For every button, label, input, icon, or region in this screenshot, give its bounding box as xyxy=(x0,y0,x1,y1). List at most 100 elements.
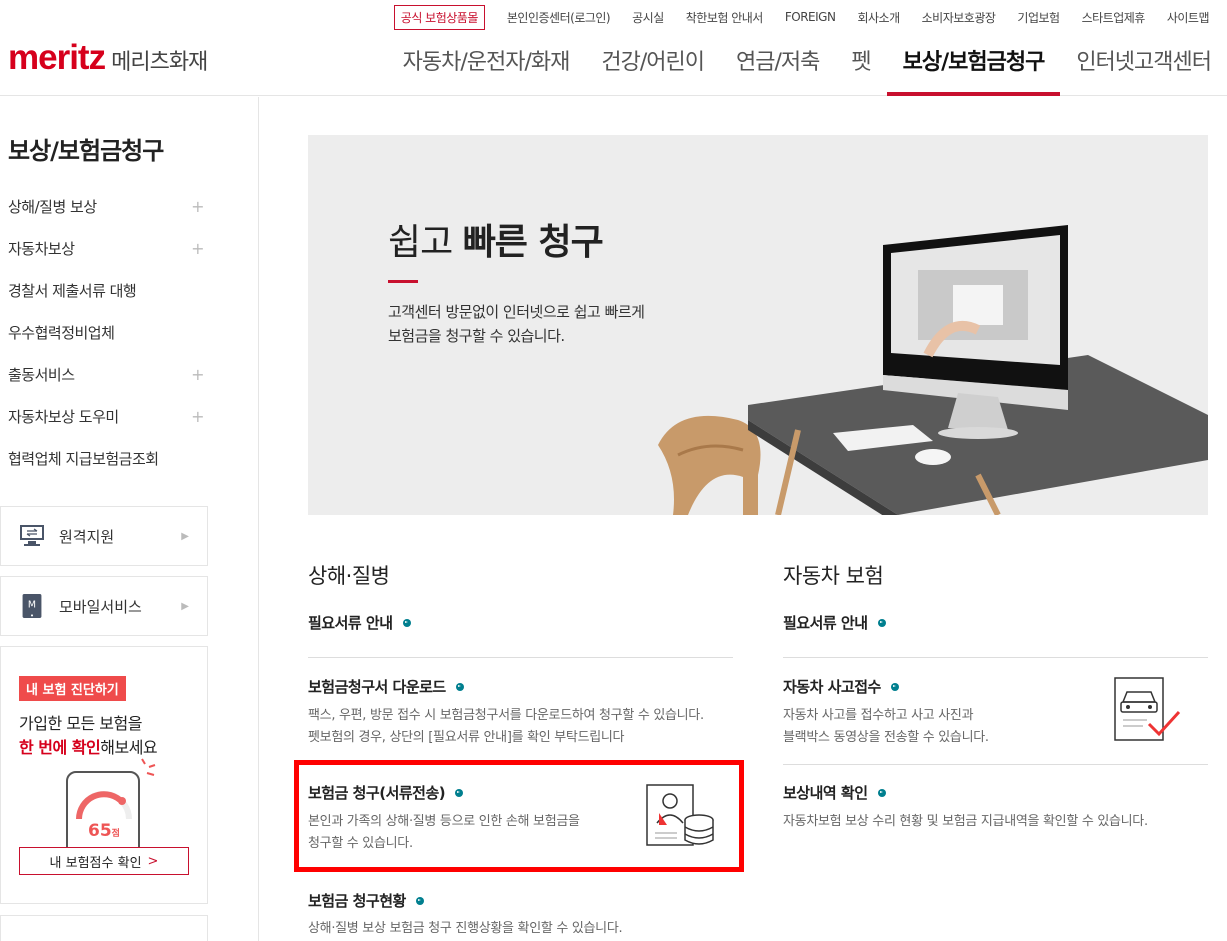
sidebar-item-partner[interactable]: 협력업체 지급보험금조회 xyxy=(0,437,210,479)
sidebar-item-injury[interactable]: 상해/질병 보상 + xyxy=(0,185,210,227)
sidebar-item-label: 자동차보상 xyxy=(8,239,75,258)
arrow-circle-icon xyxy=(877,618,886,627)
sidebar-item-repair[interactable]: 우수협력정비업체 xyxy=(0,311,210,353)
arrow-right-icon: ▶ xyxy=(181,600,189,612)
nav-auto[interactable]: 자동차/운전자/화재 xyxy=(387,40,586,96)
banner-desc-2: 보험금을 청구할 수 있습니다. xyxy=(388,327,565,345)
utility-bar: 공식 보험상품몰 본인인증센터(로그인) 공시실 착한보험 안내서 FOREIG… xyxy=(393,4,1210,30)
main-nav: 자동차/운전자/화재 건강/어린이 연금/저축 펫 보상/보험금청구 인터넷고객… xyxy=(387,40,1227,96)
foreign-link[interactable]: FOREIGN xyxy=(785,10,836,24)
cert-center-link[interactable]: 본인인증센터(로그인) xyxy=(507,9,611,26)
claim-form-download-link[interactable]: 보험금청구서 다운로드 xyxy=(308,676,464,697)
injury-docs-link[interactable]: 필요서류 안내 xyxy=(308,612,411,633)
nav-pet[interactable]: 펫 xyxy=(835,40,886,96)
sidebar-item-label: 출동서비스 xyxy=(8,365,75,384)
sparkle-icon xyxy=(141,758,156,776)
divider xyxy=(308,657,733,658)
sidebar-item-helper[interactable]: 자동차보상 도우미 + xyxy=(0,395,210,437)
auto-insurance-section: 자동차 보험 필요서류 안내 자동차 사고접수 자동차 사고를 접수하고 사고 … xyxy=(783,560,1208,829)
sidebar-item-label: 상해/질병 보상 xyxy=(8,197,97,216)
diagnosis-text-rest: 해보세요 xyxy=(100,738,158,757)
consumer-link[interactable]: 소비자보호광장 xyxy=(922,9,996,26)
banner-title-light: 쉽고 xyxy=(388,222,463,263)
accident-report-link[interactable]: 자동차 사고접수 xyxy=(783,676,899,697)
claim-status-link[interactable]: 보험금 청구현황 xyxy=(308,890,424,911)
hero-banner: 쉽고 빠른 청구 고객센터 방문없이 인터넷으로 쉽고 빠르게 보험금을 청구할… xyxy=(308,135,1208,515)
official-mall-link[interactable]: 공식 보험상품몰 xyxy=(393,4,485,30)
banner-title: 쉽고 빠른 청구 xyxy=(388,213,604,265)
diagnosis-text-1: 가입한 모든 보험을 xyxy=(19,714,142,733)
car-document-icon xyxy=(1114,677,1181,741)
mobile-service-button[interactable]: M 모바일서비스 ▶ xyxy=(0,576,208,636)
download-desc-1: 팩스, 우편, 방문 접수 시 보험금청구서를 다운로드하여 청구할 수 있습니… xyxy=(308,708,704,723)
sidebar-title: 보상/보험금청구 xyxy=(8,137,164,165)
arrow-circle-icon xyxy=(415,896,424,905)
sidebar: 보상/보험금청구 상해/질병 보상 + 자동차보상 + 경찰서 제출서류 대행 우수… xyxy=(0,97,259,941)
download-desc-2: 펫보험의 경우, 상단의 [필요서류 안내]를 확인 부탁드립니다 xyxy=(308,730,625,745)
banner-accent-bar xyxy=(388,280,418,283)
accident-desc-1: 자동차 사고를 접수하고 사고 사진과 xyxy=(783,708,974,723)
download-desc: 팩스, 우편, 방문 접수 시 보험금청구서를 다운로드하여 청구할 수 있습니… xyxy=(308,705,704,749)
arrow-right-icon: ▶ xyxy=(181,530,189,542)
logo[interactable]: meritz 메리츠화재 xyxy=(8,38,208,78)
desk-computer-illustration xyxy=(658,225,1208,515)
status-link-label: 보험금 청구현황 xyxy=(308,892,406,910)
diagnosis-tag: 내 보험 진단하기 xyxy=(19,676,126,701)
check-score-button[interactable]: 내 보험점수 확인 > xyxy=(19,847,189,875)
sidebar-menu: 상해/질병 보상 + 자동차보상 + 경찰서 제출서류 대행 우수협력정비업체 출동… xyxy=(0,185,210,479)
accident-desc-2: 블랙박스 동영상을 전송할 수 있습니다. xyxy=(783,730,989,745)
startup-link[interactable]: 스타트업제휴 xyxy=(1082,9,1146,26)
plus-icon[interactable]: + xyxy=(191,197,204,216)
plus-icon[interactable]: + xyxy=(191,239,204,258)
auto-section-title: 자동차 보험 xyxy=(783,564,884,588)
sitemap-link[interactable]: 사이트맵 xyxy=(1167,9,1210,26)
sidebar-item-dispatch[interactable]: 출동서비스 + xyxy=(0,353,210,395)
guide-link[interactable]: 착한보험 안내서 xyxy=(686,9,764,26)
sidebar-item-label: 협력업체 지급보험금조회 xyxy=(8,449,159,468)
chevron-right-icon: > xyxy=(147,853,159,869)
banner-title-bold: 빠른 청구 xyxy=(462,222,604,263)
banner-desc-1: 고객센터 방문없이 인터넷으로 쉽고 빠르게 xyxy=(388,303,645,321)
plus-icon[interactable]: + xyxy=(191,407,204,426)
monitor-icon xyxy=(20,525,44,546)
diagnosis-text-2: 한 번에 확인해보세요 xyxy=(19,734,158,758)
mobile-icon-letter: M xyxy=(28,600,36,611)
gauge-icon xyxy=(76,791,132,820)
logo-ko: 메리츠화재 xyxy=(111,50,208,75)
sidebar-item-label: 우수협력정비업체 xyxy=(8,323,115,342)
arrow-circle-icon xyxy=(402,618,411,627)
mobile-icon: M xyxy=(22,594,42,618)
score-value: 65 xyxy=(88,821,112,841)
score-unit: 점 xyxy=(111,829,120,839)
injury-section-title: 상해·질병 xyxy=(308,564,390,588)
arrow-circle-icon xyxy=(877,788,886,797)
divider xyxy=(783,657,1208,658)
nav-customer-center[interactable]: 인터넷고객센터 xyxy=(1060,40,1227,96)
sidebar-bottom-box xyxy=(0,915,208,941)
nav-claims[interactable]: 보상/보험금청구 xyxy=(886,40,1061,96)
sidebar-item-auto[interactable]: 자동차보상 + xyxy=(0,227,210,269)
nav-pension[interactable]: 연금/저축 xyxy=(720,40,835,96)
claim-history-link[interactable]: 보상내역 확인 xyxy=(783,782,886,803)
docs-link-label: 필요서류 안내 xyxy=(308,614,393,632)
highlight-box xyxy=(294,760,744,872)
arrow-circle-icon xyxy=(890,682,899,691)
check-score-label: 내 보험점수 확인 xyxy=(49,855,142,871)
sidebar-item-police[interactable]: 경찰서 제출서류 대행 xyxy=(0,269,210,311)
nav-health[interactable]: 건강/어린이 xyxy=(585,40,720,96)
accident-desc: 자동차 사고를 접수하고 사고 사진과 블랙박스 동영상을 전송할 수 있습니다… xyxy=(783,705,989,749)
disclosure-link[interactable]: 공시실 xyxy=(632,9,664,26)
remote-support-button[interactable]: 원격지원 ▶ xyxy=(0,506,208,566)
plus-icon[interactable]: + xyxy=(191,365,204,384)
company-link[interactable]: 회사소개 xyxy=(857,9,900,26)
status-desc: 상해·질병 보상 보험금 청구 진행상황을 확인할 수 있습니다. xyxy=(308,921,623,936)
sidebar-item-label: 경찰서 제출서류 대행 xyxy=(8,281,137,300)
accident-link-label: 자동차 사고접수 xyxy=(783,678,881,696)
download-link-label: 보험금청구서 다운로드 xyxy=(308,678,446,696)
auto-docs-link[interactable]: 필요서류 안내 xyxy=(783,612,886,633)
docs-link-label: 필요서류 안내 xyxy=(783,614,868,632)
diagnosis-score: 65점 xyxy=(88,821,120,841)
remote-support-label: 원격지원 xyxy=(59,527,115,546)
header: 공식 보험상품몰 본인인증센터(로그인) 공시실 착한보험 안내서 FOREIG… xyxy=(0,0,1227,96)
corporate-link[interactable]: 기업보험 xyxy=(1017,9,1060,26)
